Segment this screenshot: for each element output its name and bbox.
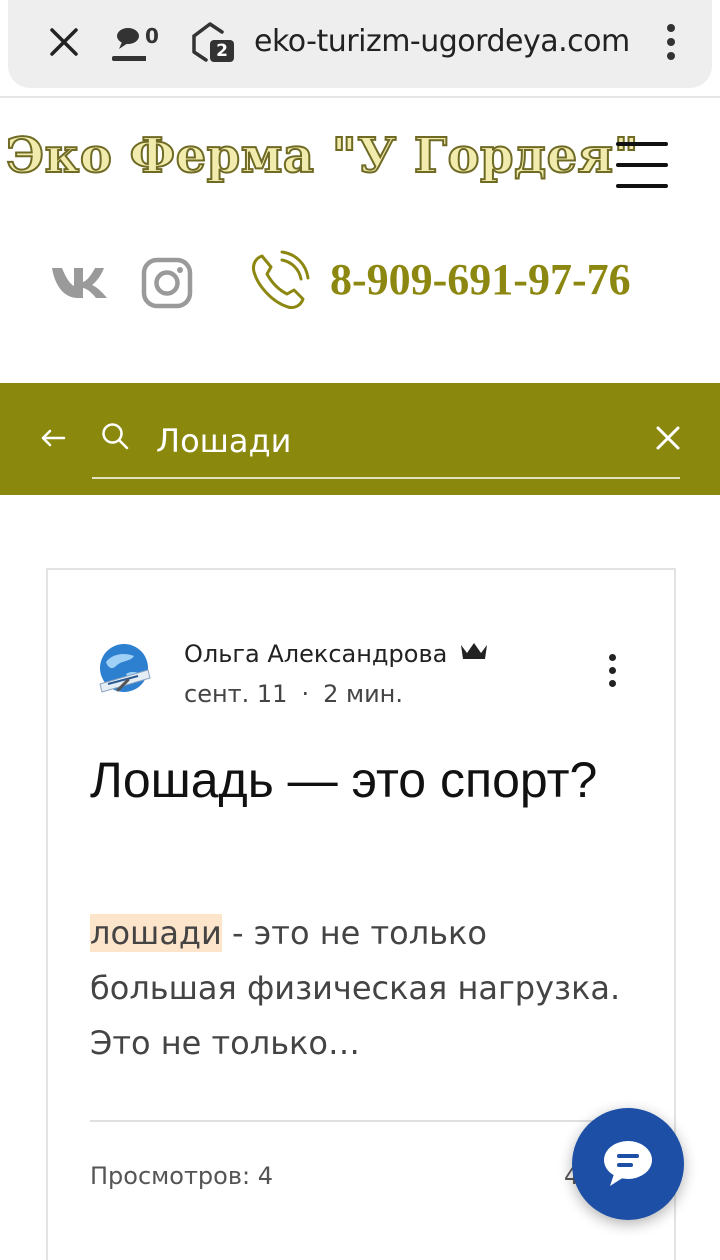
search-highlight: лошади — [90, 914, 222, 952]
meta-separator: · — [301, 680, 310, 708]
phone-number[interactable]: 8-909-691-97-76 — [330, 254, 631, 305]
tabs-button[interactable]: 2 — [190, 18, 240, 66]
phone-icon[interactable] — [248, 250, 310, 312]
chat-bubble-icon — [604, 1141, 652, 1186]
vk-icon[interactable] — [50, 262, 110, 300]
post-title[interactable]: Лошадь — это спорт? — [90, 750, 630, 810]
avatar[interactable] — [94, 640, 154, 700]
divider — [0, 96, 720, 98]
instagram-icon[interactable] — [140, 256, 194, 310]
read-time: 2 мин. — [323, 680, 403, 708]
views-count: Просмотров: 4 — [90, 1162, 273, 1190]
author-label: Ольга Александрова — [184, 640, 448, 668]
chat-count: 0 — [145, 24, 159, 48]
close-icon[interactable] — [44, 22, 84, 62]
search-icon — [102, 423, 129, 450]
site-logo[interactable]: Эко Ферма "У Гордея" — [5, 127, 640, 185]
tabs-count: 2 — [210, 40, 234, 62]
browser-toolbar: 0 2 eko-turizm-ugordeya.com — [8, 0, 712, 88]
post-date: сент. 11 — [184, 680, 288, 708]
chat-indicator[interactable]: 0 — [112, 22, 168, 66]
chat-icon — [112, 28, 146, 61]
clear-icon[interactable] — [654, 424, 682, 452]
search-input[interactable] — [156, 421, 596, 461]
post-meta: сент. 11 · 2 мин. — [184, 680, 403, 708]
hamburger-icon[interactable] — [616, 142, 668, 190]
url-bar[interactable]: eko-turizm-ugordeya.com — [254, 24, 630, 59]
post-more-icon[interactable] — [602, 654, 622, 690]
search-bar — [0, 383, 720, 495]
author-name[interactable]: Ольга Александрова — [184, 640, 489, 668]
post-excerpt: лошади - это не только большая физическа… — [90, 906, 630, 1071]
search-underline — [92, 477, 680, 479]
chat-button[interactable] — [572, 1108, 684, 1220]
more-vert-icon[interactable] — [656, 20, 686, 66]
back-arrow-icon[interactable] — [38, 423, 68, 453]
crown-icon — [460, 643, 487, 659]
card-divider — [90, 1120, 636, 1122]
